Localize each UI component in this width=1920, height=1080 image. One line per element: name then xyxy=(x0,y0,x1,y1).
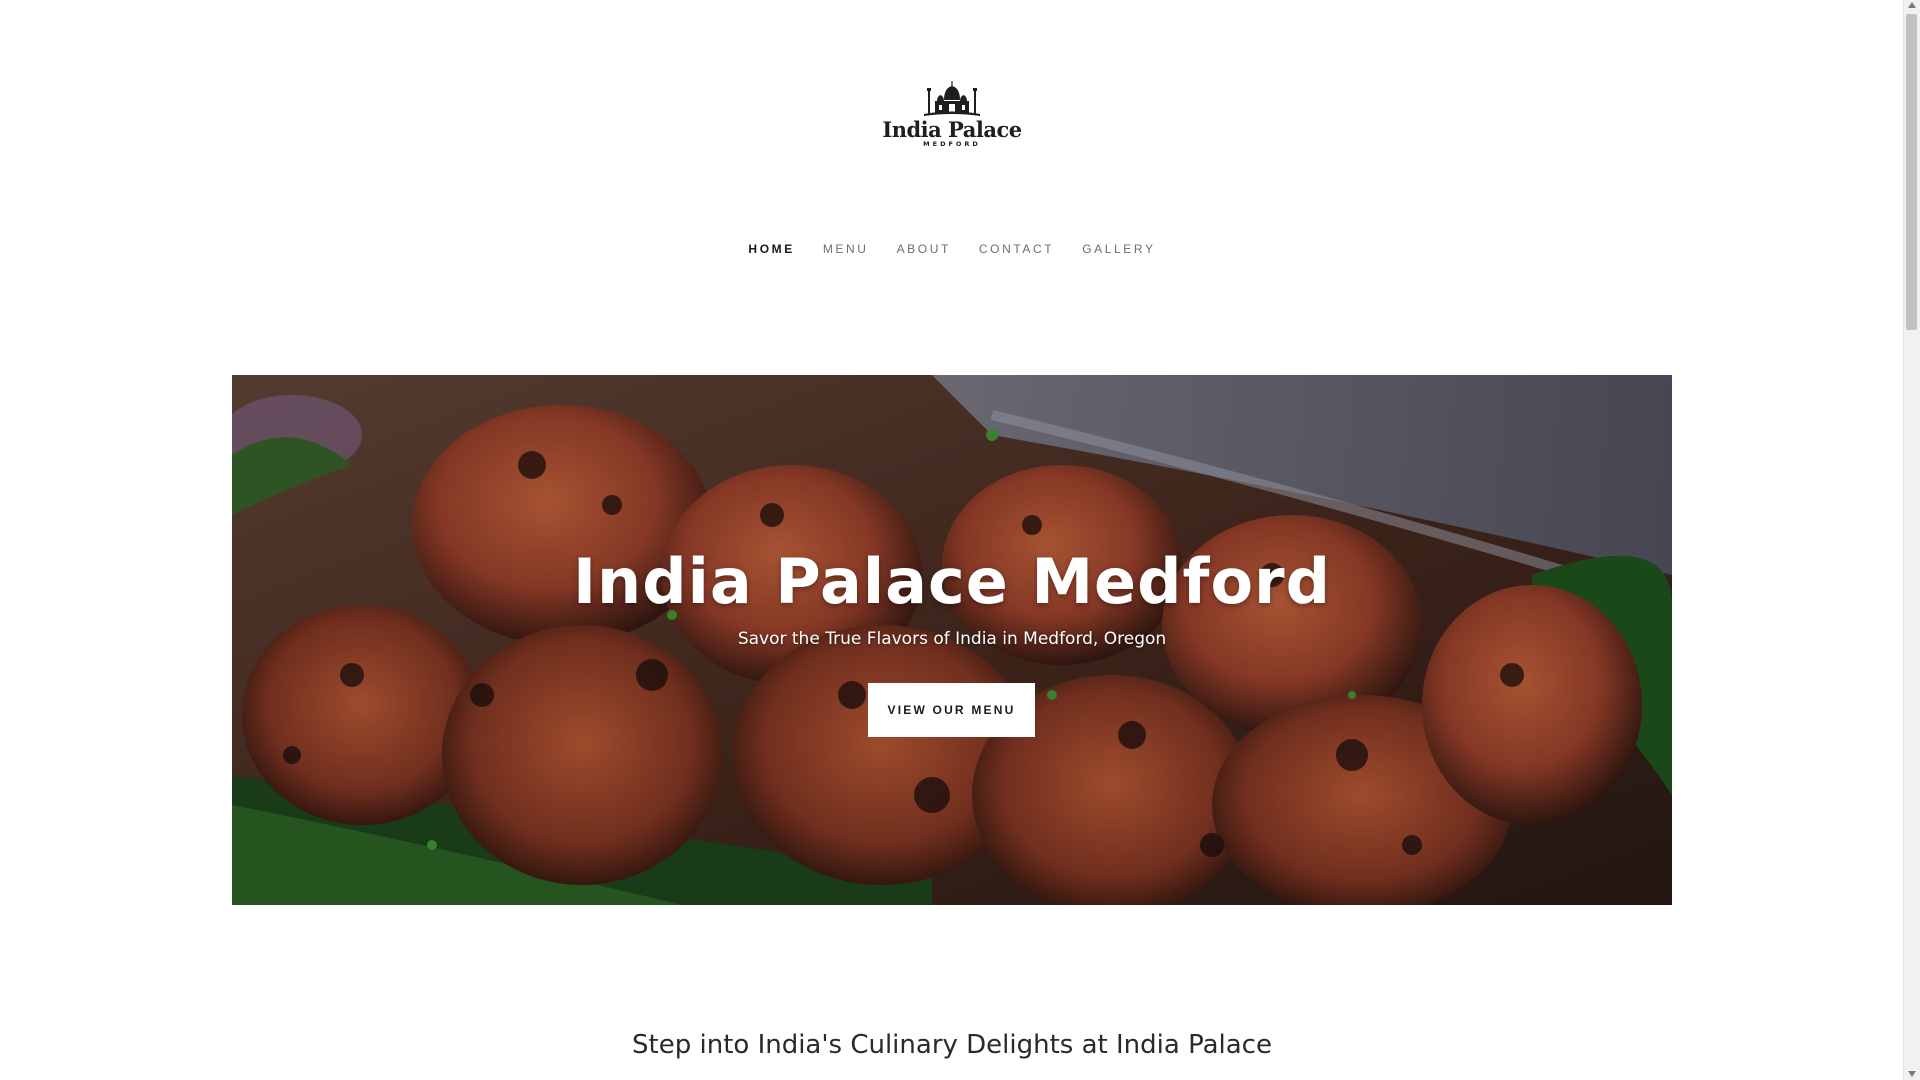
site-logo[interactable]: India Palace MEDFORD xyxy=(880,80,1024,154)
page-content: India Palace MEDFORD HOME MENU ABOUT CON… xyxy=(0,0,1904,1080)
scroll-down-arrow-icon[interactable] xyxy=(1908,1071,1916,1077)
vertical-scrollbar[interactable] xyxy=(1903,0,1920,1080)
hero-title: India Palace Medford xyxy=(572,545,1331,618)
nav-item-home[interactable]: HOME xyxy=(734,240,808,258)
taj-mahal-icon xyxy=(924,81,980,116)
scroll-up-arrow-icon[interactable] xyxy=(1908,2,1916,8)
logo-name: India Palace xyxy=(882,117,1022,142)
nav-item-gallery[interactable]: GALLERY xyxy=(1068,240,1169,258)
intro-heading: Step into India's Culinary Delights at I… xyxy=(632,1030,1272,1060)
hero-subtitle: Savor the True Flavors of India in Medfo… xyxy=(737,629,1167,649)
nav-item-menu[interactable]: MENU xyxy=(809,240,883,258)
page: India Palace MEDFORD HOME MENU ABOUT CON… xyxy=(0,0,1920,1080)
scrollbar-thumb[interactable] xyxy=(1906,14,1917,330)
nav-item-about[interactable]: ABOUT xyxy=(883,240,965,258)
hero-banner: India Palace Medford Savor the True Flav… xyxy=(232,375,1672,905)
main-nav: HOME MENU ABOUT CONTACT GALLERY xyxy=(0,240,1904,258)
view-menu-button[interactable]: VIEW OUR MENU xyxy=(868,683,1035,737)
hero-content: India Palace Medford Savor the True Flav… xyxy=(232,375,1672,905)
nav-item-contact[interactable]: CONTACT xyxy=(965,240,1068,258)
